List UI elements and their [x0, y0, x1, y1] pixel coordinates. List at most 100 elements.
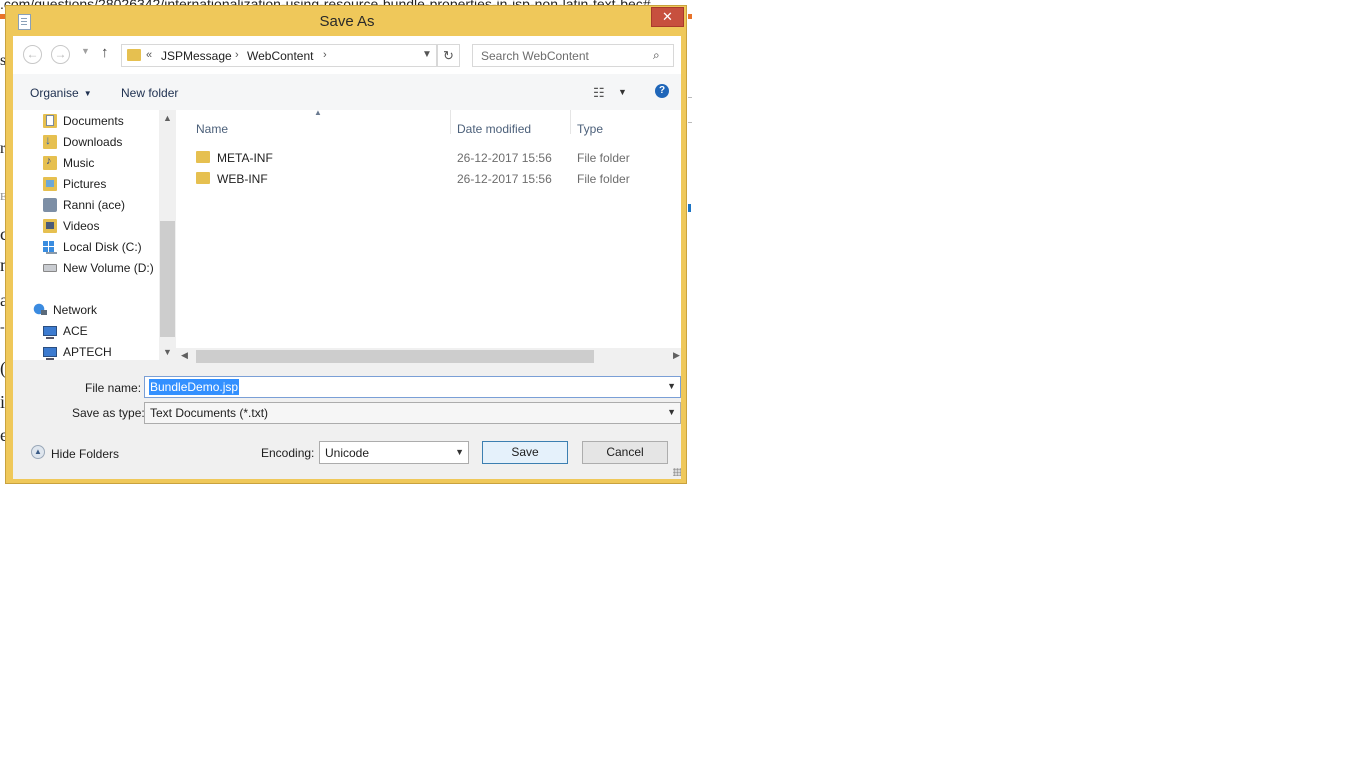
new-folder-button[interactable]: New folder [121, 86, 178, 100]
refresh-button[interactable]: ↻ [437, 44, 460, 67]
recent-locations-dropdown[interactable]: ▼ [81, 46, 90, 56]
network-icon [33, 303, 47, 317]
refresh-icon: ↻ [443, 48, 454, 63]
forward-button[interactable]: → [51, 45, 70, 64]
encoding-select[interactable]: Unicode ▼ [319, 441, 469, 464]
view-options-dropdown[interactable]: ▼ [618, 87, 627, 97]
encoding-value: Unicode [325, 446, 370, 460]
cancel-button[interactable]: Cancel [582, 441, 668, 464]
file-name-field[interactable]: BundleDemo.jsp ▼ [144, 376, 681, 398]
tree-item-ranni[interactable]: Ranni (ace) [43, 198, 125, 212]
back-button[interactable]: ← [23, 45, 42, 64]
music-folder-icon [43, 155, 57, 170]
search-icon[interactable]: ⌕ [653, 48, 660, 63]
column-header-type[interactable]: Type [577, 122, 603, 136]
file-row[interactable]: WEB-INF 26-12-2017 15:56 File folder [176, 169, 681, 190]
chevron-up-icon[interactable]: ▲ [31, 445, 45, 459]
breadcrumb-webcontent[interactable]: WebContent [247, 49, 314, 63]
breadcrumb-jspmessage[interactable]: JSPMessage [161, 49, 232, 63]
tree-item-new-volume[interactable]: New Volume (D:) [43, 261, 154, 275]
tree-item-videos[interactable]: Videos [43, 219, 99, 233]
column-header-name[interactable]: Name [196, 122, 228, 136]
organise-button[interactable]: Organise ▼ [30, 86, 92, 100]
tree-item-label: Music [63, 156, 95, 170]
file-type: File folder [577, 151, 630, 165]
tree-item-network[interactable]: Network [33, 303, 97, 317]
tree-item-local-disk[interactable]: Local Disk (C:) [43, 240, 142, 254]
folder-icon [196, 151, 210, 163]
tree-item-label: APTECH [63, 345, 112, 359]
save-as-type-select[interactable]: Text Documents (*.txt) ▼ [144, 402, 681, 424]
organise-label: Organise [30, 86, 79, 100]
pictures-folder-icon [43, 177, 57, 191]
scrollbar-thumb[interactable] [160, 221, 175, 337]
tree-item-documents[interactable]: Documents [43, 114, 124, 128]
background-divider [688, 97, 692, 98]
file-date-modified: 26-12-2017 15:56 [457, 172, 552, 186]
chevron-down-icon: ▼ [83, 89, 92, 98]
search-box[interactable]: ⌕ [472, 44, 674, 67]
address-bar[interactable]: « JSPMessage › WebContent › ▼ [121, 44, 437, 67]
file-name-label: File name: [85, 381, 142, 395]
tree-item-music[interactable]: Music [43, 155, 95, 170]
file-name-value[interactable]: BundleDemo.jsp [149, 379, 240, 395]
tree-item-label: Network [53, 303, 98, 317]
hide-folders-button[interactable]: Hide Folders [51, 447, 119, 461]
command-toolbar: Organise ▼ New folder ☷ ▼ ? [13, 74, 681, 110]
column-divider[interactable] [570, 110, 571, 134]
breadcrumb-overflow[interactable]: « [146, 49, 152, 61]
tree-item-pictures[interactable]: Pictures [43, 177, 106, 191]
computer-icon [43, 347, 57, 360]
sort-ascending-icon: ▲ [314, 108, 322, 117]
chevron-right-icon[interactable]: › [235, 49, 239, 61]
scroll-up-icon[interactable]: ▲ [159, 113, 176, 123]
close-button[interactable]: ✕ [651, 7, 684, 27]
search-input[interactable] [479, 48, 653, 64]
scroll-right-icon[interactable]: ▶ [673, 350, 680, 361]
tree-item-downloads[interactable]: Downloads [43, 133, 123, 149]
save-button[interactable]: Save [482, 441, 568, 464]
save-as-dialog: Save As ✕ ← → ▼ ↑ « JSPMessage › WebCont… [5, 5, 687, 484]
help-icon[interactable]: ? [655, 84, 669, 98]
chevron-down-icon: ▼ [667, 407, 676, 417]
tree-item-label: Pictures [63, 177, 107, 191]
chevron-down-icon[interactable]: ▼ [667, 381, 676, 391]
tree-item-aptech[interactable]: APTECH [43, 345, 112, 360]
file-date-modified: 26-12-2017 15:56 [457, 151, 552, 165]
user-folder-icon [43, 198, 57, 212]
file-row[interactable]: META-INF 26-12-2017 15:56 File folder [176, 148, 681, 169]
file-list-pane: ▲ Name Date modified Type META-INF 26-12… [176, 108, 681, 365]
background-glyph: - [0, 320, 5, 335]
tree-item-label: Local Disk (C:) [63, 240, 142, 254]
column-divider[interactable] [450, 110, 451, 134]
tree-item-label: Videos [63, 219, 100, 233]
tree-item-label: New Volume (D:) [63, 261, 154, 275]
tree-item-label: Downloads [63, 135, 123, 149]
nav-pane-scrollbar[interactable]: ▲ ▼ [159, 110, 176, 360]
scroll-left-icon[interactable]: ◀ [181, 350, 188, 361]
folder-icon [196, 172, 210, 184]
address-dropdown-icon[interactable]: ▼ [422, 49, 432, 60]
tree-item-label: ACE [63, 324, 88, 338]
computer-icon [43, 326, 57, 339]
scrollbar-thumb[interactable] [196, 350, 594, 363]
column-header-date-modified[interactable]: Date modified [457, 122, 531, 136]
scroll-down-icon[interactable]: ▼ [159, 347, 176, 357]
forward-arrow-icon: → [54, 47, 67, 61]
change-view-icon[interactable]: ☷ [593, 85, 605, 101]
file-name: META-INF [217, 151, 273, 165]
file-name: WEB-INF [217, 172, 268, 186]
videos-folder-icon [43, 219, 57, 233]
tree-item-label: Ranni (ace) [63, 198, 126, 212]
title-bar[interactable]: Save As ✕ [6, 6, 686, 36]
background-divider [688, 122, 692, 123]
tree-item-ace[interactable]: ACE [43, 324, 88, 339]
file-list-scrollbar[interactable]: ◀ ▶ [176, 348, 681, 365]
local-disk-icon [43, 240, 57, 254]
chevron-right-icon[interactable]: › [323, 49, 327, 61]
dialog-client-area: ← → ▼ ↑ « JSPMessage › WebContent › ▼ ↻ … [13, 36, 681, 479]
resize-grip-icon[interactable] [673, 468, 681, 476]
encoding-label: Encoding: [261, 446, 315, 460]
tree-item-label: Documents [63, 114, 124, 128]
up-one-level-button[interactable]: ↑ [101, 44, 109, 61]
